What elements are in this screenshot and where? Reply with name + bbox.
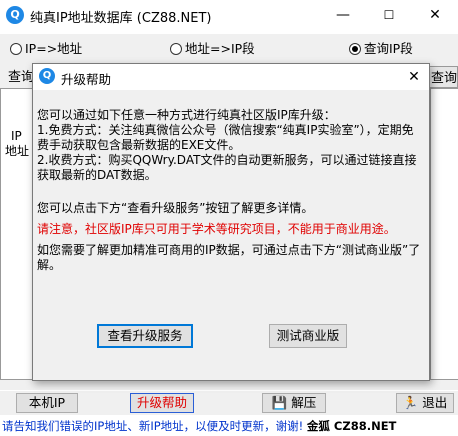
extract-button[interactable]: 💾 解压 — [262, 393, 326, 413]
exit-label: 退出 — [422, 395, 448, 410]
close-button[interactable]: ✕ — [412, 0, 458, 30]
extract-label: 解压 — [291, 395, 317, 410]
result-column-headers: IP 地址 — [5, 129, 29, 159]
local-ip-button[interactable]: 本机IP — [16, 393, 78, 413]
mode-selector: IP=>地址 地址=>IP段 查询IP段 — [0, 34, 458, 58]
save-disk-icon: 💾 — [271, 395, 288, 410]
free-method-text: 1.免费方式：关注纯真微信公众号（微信搜索“纯真IP实验室”），定期免费手动获取… — [37, 123, 414, 152]
bottom-toolbar: 本机IP 升级帮助 💾 解压 🏃 退出 — [0, 391, 458, 415]
usage-notice-text: 请注意，社区版IP库只可用于学术等研究项目，不能用于商业用途。 — [37, 222, 396, 236]
app-logo-icon: Q — [6, 6, 24, 24]
upgrade-help-dialog: Q 升级帮助 ✕ 您可以通过如下任意一种方式进行纯真社区版IP库升级： 1.免费… — [32, 63, 430, 381]
dialog-body: 您可以通过如下任意一种方式进行纯真社区版IP库升级： 1.免费方式：关注纯真微信… — [37, 108, 425, 273]
radio-address-to-ip-range[interactable]: 地址=>IP段 — [170, 38, 255, 57]
radio-query-ip-range[interactable]: 查询IP段 — [349, 38, 413, 57]
query-button[interactable]: 查询 — [428, 66, 458, 88]
radio-dot — [170, 43, 182, 55]
dialog-app-logo-icon: Q — [39, 68, 55, 84]
test-commercial-button[interactable]: 测试商业版 — [269, 324, 347, 348]
maximize-button[interactable]: ☐ — [366, 0, 412, 30]
exit-running-icon: 🏃 — [402, 395, 419, 410]
dialog-title-bar: Q 升级帮助 ✕ — [33, 64, 429, 90]
radio-dot — [10, 43, 22, 55]
exit-button[interactable]: 🏃 退出 — [396, 393, 454, 413]
status-bar: 请告知我们错误的IP地址、新IP地址，以便及时更新，谢谢! 金狐 CZ88.NE… — [0, 416, 458, 436]
dialog-title: 升级帮助 — [61, 72, 112, 87]
commercial-hint-text: 如您需要了解更加精准可商用的IP数据，可通过点击下方“测试商业版”了解。 — [37, 243, 421, 272]
details-hint-text: 您可以点击下方“查看升级服务”按钮了解更多详情。 — [37, 201, 314, 215]
radio-label: IP=>地址 — [25, 41, 83, 56]
result-list-right-edge — [430, 88, 458, 380]
column-header-ip: IP — [11, 129, 22, 143]
column-header-address: 地址 — [5, 144, 30, 158]
view-upgrade-service-button[interactable]: 查看升级服务 — [97, 324, 193, 348]
paid-method-text: 2.收费方式：购买QQWry.DAT文件的自动更新服务，可以通过链接直接获取最新… — [37, 153, 417, 182]
dialog-close-button[interactable]: ✕ — [403, 66, 425, 88]
main-title-bar: Q 纯真IP地址数据库 (CZ88.NET) — ☐ ✕ — [0, 0, 458, 30]
radio-label: 地址=>IP段 — [185, 41, 255, 56]
status-message[interactable]: 请告知我们错误的IP地址、新IP地址，以便及时更新，谢谢! — [2, 419, 303, 433]
upgrade-help-button[interactable]: 升级帮助 — [130, 393, 194, 413]
brand-label[interactable]: 金狐 CZ88.NET — [307, 419, 396, 433]
query-label: 查询 — [8, 70, 35, 85]
main-window-title: 纯真IP地址数据库 (CZ88.NET) — [30, 11, 212, 26]
minimize-button[interactable]: — — [320, 0, 366, 30]
result-list[interactable]: IP 地址 — [0, 88, 34, 380]
intro-text: 您可以通过如下任意一种方式进行纯真社区版IP库升级： — [37, 108, 336, 122]
radio-label: 查询IP段 — [364, 41, 413, 56]
radio-dot-selected — [349, 43, 361, 55]
radio-ip-to-address[interactable]: IP=>地址 — [10, 38, 82, 57]
